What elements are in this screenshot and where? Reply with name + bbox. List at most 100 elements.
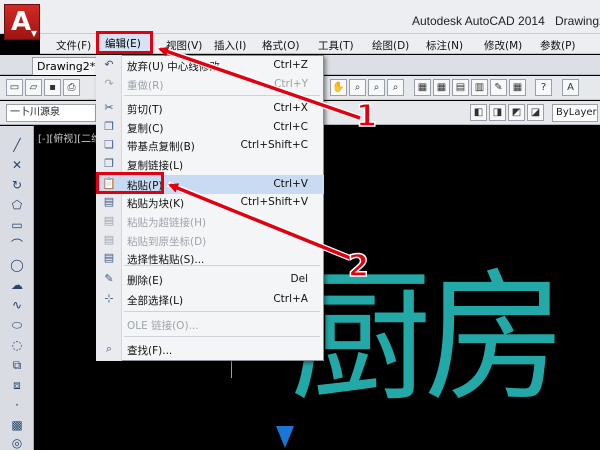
edit-menu-item[interactable]: ↷ 重做(R) Ctrl+Y (96, 75, 324, 94)
edit-menu-item[interactable]: ▤ 粘贴为块(K) Ctrl+Shift+V (96, 193, 324, 212)
revcloud-icon[interactable]: ☁ (8, 276, 26, 294)
edit-menu-item[interactable]: ✂ 剪切(T) Ctrl+X (96, 99, 324, 118)
paste-special-icon: ▤ (103, 251, 115, 264)
edit-menu-item-shortcut: Ctrl+Z (273, 59, 308, 71)
gradient-icon[interactable]: ◎ (8, 434, 26, 450)
point-icon[interactable]: · (8, 396, 26, 414)
edit-menu-item-label: 查找(F)... (127, 345, 173, 357)
menu-separator (124, 336, 320, 337)
autocad-a-icon: A (11, 7, 32, 37)
edit-menu-item-label: 粘贴到原坐标(D) (127, 236, 207, 248)
autocad-logo-button[interactable]: A ▼ (4, 4, 40, 40)
menu-dimension[interactable]: 标注(N) (426, 38, 463, 53)
layer-previous-icon[interactable]: ◨ (489, 104, 506, 121)
app-title: Autodesk AutoCAD 2014 (412, 14, 545, 28)
edit-menu-item-label: 全部选择(L) (127, 295, 184, 307)
edit-menu-item[interactable]: ▤ 粘贴为超链接(H) (96, 212, 324, 231)
edit-menu-item[interactable]: ❏ 带基点复制(B) Ctrl+Shift+C (96, 136, 324, 155)
edit-menu-item-shortcut: Ctrl+C (273, 121, 308, 133)
design-center-icon[interactable]: ▦ (433, 79, 450, 96)
zoom-previous-icon[interactable]: ⌕ (387, 79, 404, 96)
pan-hand-icon[interactable]: ✋ (330, 79, 347, 96)
edit-menu-item[interactable]: ⊹ 全部选择(L) Ctrl+A (96, 290, 324, 309)
hatch-icon[interactable]: ▩ (8, 416, 26, 434)
edit-menu-item-label: 删除(E) (127, 275, 163, 287)
edit-menu-item-shortcut: Ctrl+Shift+C (240, 139, 308, 151)
spline-icon[interactable]: ∿ (8, 296, 26, 314)
edit-menu-item[interactable]: ⌕ 查找(F)... (96, 340, 324, 359)
edit-menu-item-label: 放弃(U) 中心线修改 (127, 61, 220, 73)
document-title: Drawing2 (555, 14, 600, 28)
layer-match-icon[interactable]: ◧ (470, 104, 487, 121)
polygon-icon[interactable]: ⬠ (8, 196, 26, 214)
edit-menu-item-shortcut: Ctrl+A (273, 293, 308, 305)
layer-states-icon[interactable]: ◩ (508, 104, 525, 121)
menu-edit[interactable]: 编辑(E) (96, 31, 153, 54)
edit-menu-item-shortcut: Ctrl+Y (274, 78, 308, 90)
edit-menu-item-shortcut: Ctrl+V (273, 178, 308, 190)
edit-menu-item[interactable]: ✎ 删除(E) Del (96, 270, 324, 289)
menu-draw[interactable]: 绘图(D) (372, 38, 409, 53)
zoom-window-icon[interactable]: ⌕ (368, 79, 385, 96)
ucs-icon (276, 426, 294, 448)
text-style-icon[interactable]: A (562, 79, 579, 96)
edit-menu-item-label: 剪切(T) (127, 104, 163, 116)
redo-icon: ↷ (104, 77, 114, 90)
tool-palette-icon[interactable]: ▤ (452, 79, 469, 96)
select-all-icon: ⊹ (104, 292, 114, 305)
menu-modify[interactable]: 修改(M) (484, 38, 522, 53)
layer-freeze-icon[interactable]: ◪ (527, 104, 544, 121)
sheet-set-icon[interactable]: ▥ (471, 79, 488, 96)
insert-block-icon[interactable]: ⧉ (8, 356, 26, 374)
viewport-controls-label[interactable]: [-][俯视][二维 (38, 130, 101, 145)
help-icon[interactable]: ? (535, 79, 552, 96)
menu-insert[interactable]: 插入(I) (214, 38, 246, 53)
rectangle-icon[interactable]: ▭ (8, 216, 26, 234)
circle-icon[interactable]: ◯ (8, 256, 26, 274)
menu-file[interactable]: 文件(F) (56, 38, 91, 53)
layer-dropdown[interactable]: 一卜川源泉 (6, 104, 96, 122)
paste-orig-coords-icon: ▤ (103, 233, 115, 246)
find-icon: ⌕ (105, 342, 113, 355)
make-block-icon[interactable]: ⧈ (8, 376, 26, 394)
markup-icon[interactable]: ✎ (490, 79, 507, 96)
paste-highlight-box (96, 172, 164, 194)
chevron-down-icon: ▼ (30, 29, 37, 38)
edit-menu-item[interactable]: ❐ 复制(C) Ctrl+C (96, 118, 324, 137)
new-file-icon[interactable]: ▭ (6, 79, 23, 96)
menu-edit-label: 编辑(E) (105, 38, 141, 50)
edit-menu-item-label: 粘贴为超链接(H) (127, 217, 207, 229)
edit-menu-item-label: OLE 链接(O)... (127, 320, 199, 332)
tab-drawing2[interactable]: Drawing2* (32, 57, 102, 75)
copy-link-icon: ❐ (104, 157, 114, 170)
line-icon[interactable]: ╱ (8, 136, 26, 154)
color-dropdown[interactable]: ByLayer (552, 104, 598, 122)
polyline-icon[interactable]: ↻ (8, 176, 26, 194)
copy-icon: ❐ (104, 120, 114, 133)
edit-menu-item-label: 粘贴为块(K) (127, 198, 185, 210)
ellipse-arc-icon[interactable]: ◌ (8, 336, 26, 354)
construction-line-icon[interactable]: ✕ (8, 156, 26, 174)
draw-toolbar: ╱ ✕ ↻ ⬠ ▭ ⌒ ◯ ☁ ∿ ⬭ ◌ ⧉ ⧈ · ▩ ◎ (0, 126, 34, 450)
zoom-icon[interactable]: ⌕ (349, 79, 366, 96)
menu-tools[interactable]: 工具(T) (318, 38, 354, 53)
drawing-text-object[interactable]: 厨房 (290, 268, 566, 410)
menu-separator (124, 95, 320, 96)
edit-menu-item[interactable]: ▤ 粘贴到原坐标(D) (96, 231, 324, 250)
edit-menu-item-label: 带基点复制(B) (127, 141, 195, 153)
edit-menu-item[interactable]: OLE 链接(O)... (96, 315, 324, 334)
arc-icon[interactable]: ⌒ (8, 236, 26, 254)
calculator-icon[interactable]: ▦ (509, 79, 526, 96)
menu-view[interactable]: 视图(V) (166, 38, 202, 53)
print-icon[interactable]: ⎙ (63, 79, 80, 96)
edit-menu-item-label: 重做(R) (127, 80, 164, 92)
edit-menu-item[interactable]: ↶ 放弃(U) 中心线修改 Ctrl+Z (96, 56, 324, 75)
save-icon[interactable]: ▪ (44, 79, 61, 96)
menu-format[interactable]: 格式(O) (262, 38, 299, 53)
edit-menu-item-label: 复制链接(L) (127, 160, 184, 172)
paste-hyperlink-icon: ▤ (103, 214, 115, 227)
menu-parameters[interactable]: 参数(P) (540, 38, 576, 53)
open-folder-icon[interactable]: ▱ (25, 79, 42, 96)
properties-icon[interactable]: ▦ (414, 79, 431, 96)
ellipse-icon[interactable]: ⬭ (8, 316, 26, 334)
